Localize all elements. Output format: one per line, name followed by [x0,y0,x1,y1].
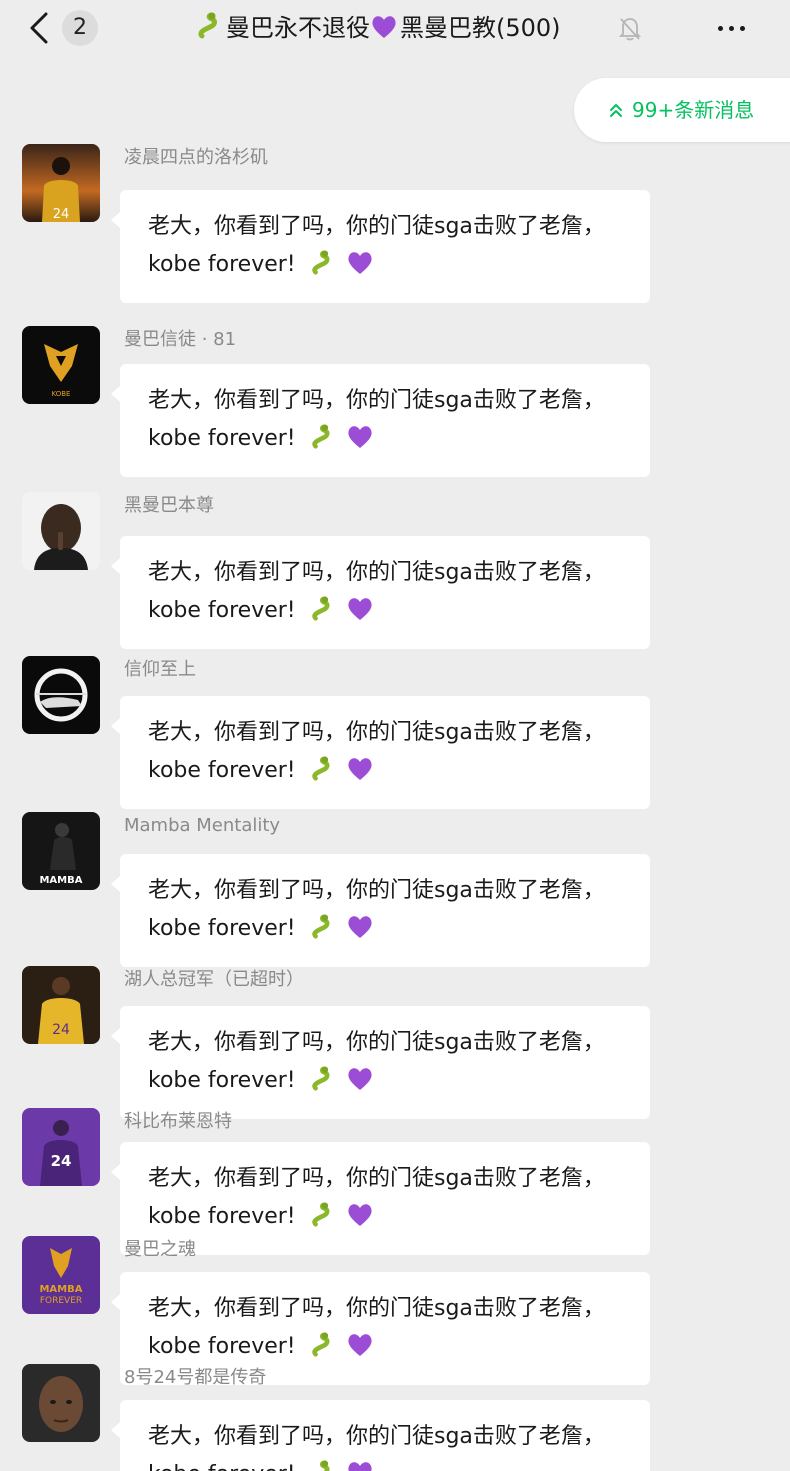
more-options-icon[interactable] [712,18,752,38]
message-text: kobe forever! [148,252,296,277]
chat-title-part1: 曼巴永不退役 [226,14,370,42]
snake-icon [310,596,336,635]
kobe-face-avatar[interactable] [22,1364,100,1442]
message-text-line1: 老大，你看到了吗，你的门徒sga击败了老詹， [148,1030,605,1055]
mamba-forever-avatar[interactable]: MAMBA FOREVER [22,1236,100,1314]
message-text-line1: 老大，你看到了吗，你的门徒sga击败了老詹， [148,214,605,239]
purple-heart-icon [346,1332,374,1371]
message-text: kobe forever! [148,1334,296,1359]
svg-text:KOBE: KOBE [52,390,71,398]
snake-icon [310,914,336,953]
svg-text:MAMBA: MAMBA [39,1284,82,1295]
svg-text:MAMBA: MAMBA [39,875,82,886]
message-bubble[interactable]: 老大，你看到了吗，你的门徒sga击败了老詹， kobe forever! [111,536,650,649]
kobe-portrait-avatar[interactable] [22,492,100,570]
kobe-purple-jersey-avatar[interactable]: 24 [22,1108,100,1186]
svg-text:24: 24 [51,1152,72,1170]
purple-heart-icon [346,596,374,635]
purple-heart-icon [346,250,374,289]
svg-text:FOREVER: FOREVER [40,1296,82,1306]
message-text: kobe forever! [148,1068,296,1093]
purple-heart-icon [346,424,374,463]
sender-name: 信仰至上 [124,659,196,680]
chat-screen: 2 曼巴永不退役 黑曼巴教(500) 99+条新消息 24 凌晨四点的洛杉矶 老大… [0,0,790,1471]
new-messages-label: 99+条新消息 [632,98,755,122]
message-bubble[interactable]: 老大，你看到了吗，你的门徒sga击败了老詹， kobe forever! [111,364,650,477]
message-text-line1: 老大，你看到了吗，你的门徒sga击败了老詹， [148,1424,605,1449]
message-text: kobe forever! [148,758,296,783]
purple-heart-icon [346,756,374,795]
purple-heart-icon [346,1460,374,1471]
svg-text:24: 24 [52,1022,70,1038]
message-text-line1: 老大，你看到了吗，你的门徒sga击败了老詹， [148,878,605,903]
message-text-line1: 老大，你看到了吗，你的门徒sga击败了老詹， [148,388,605,413]
sender-name: 黑曼巴本尊 [124,495,214,516]
snake-icon [310,1202,336,1241]
purple-heart-icon [346,914,374,953]
message-text: kobe forever! [148,426,296,451]
kobe-sheath-logo-avatar[interactable]: KOBE [22,326,100,404]
message-bubble[interactable]: 老大，你看到了吗，你的门徒sga击败了老詹， kobe forever! [111,696,650,809]
message-text-line2: kobe forever! [148,1198,626,1241]
message-bubble[interactable]: 老大，你看到了吗，你的门徒sga击败了老詹， kobe forever! [111,1142,650,1255]
snake-icon [310,250,336,289]
message-text-line2: kobe forever! [148,1456,626,1471]
message-text-line2: kobe forever! [148,910,626,953]
message-text-line1: 老大，你看到了吗，你的门徒sga击败了老詹， [148,560,605,585]
message-text-line2: kobe forever! [148,420,626,463]
kobe-24-sunset-avatar[interactable]: 24 [22,144,100,222]
chat-title: 曼巴永不退役 黑曼巴教(500) [196,12,561,48]
message-text-line1: 老大，你看到了吗，你的门徒sga击败了老詹， [148,1296,605,1321]
unread-count-badge[interactable]: 2 [62,10,98,46]
sender-name: 凌晨四点的洛杉矶 [124,147,268,168]
purple-heart-icon [346,1066,374,1105]
sender-name: Mamba Mentality [124,815,281,836]
snake-icon [310,1332,336,1371]
sender-name: 曼巴信徒 · 81 [124,329,237,350]
message-text-line2: kobe forever! [148,1062,626,1105]
snake-icon [310,756,336,795]
mute-bell-icon [618,16,642,42]
snake-icon [310,424,336,463]
back-chevron-icon[interactable] [26,10,54,46]
purple-heart-icon [346,1202,374,1241]
svg-text:24: 24 [53,207,70,222]
helicopter-ring-avatar[interactable] [22,656,100,734]
message-text-line2: kobe forever! [148,246,626,289]
snake-icon [196,12,224,48]
message-bubble[interactable]: 老大，你看到了吗，你的门徒sga击败了老詹， kobe forever! [111,854,650,967]
sender-name: 湖人总冠军（已超时） [124,969,304,990]
mamba-dark-avatar[interactable]: MAMBA [22,812,100,890]
chat-title-part2: 黑曼巴教(500) [400,14,561,42]
double-chevron-up-icon [610,104,622,117]
purple-heart-icon [370,14,398,48]
new-messages-button[interactable]: 99+条新消息 [574,78,790,142]
message-text: kobe forever! [148,916,296,941]
snake-icon [310,1066,336,1105]
message-text-line1: 老大，你看到了吗，你的门徒sga击败了老詹， [148,1166,605,1191]
nav-bar: 2 曼巴永不退役 黑曼巴教(500) [0,0,790,60]
message-text-line2: kobe forever! [148,592,626,635]
message-text: kobe forever! [148,1462,296,1471]
message-text-line2: kobe forever! [148,752,626,795]
message-text-line2: kobe forever! [148,1328,626,1371]
sender-name: 曼巴之魂 [124,1239,196,1260]
snake-icon [310,1460,336,1471]
message-text: kobe forever! [148,1204,296,1229]
message-bubble[interactable]: 老大，你看到了吗，你的门徒sga击败了老詹， kobe forever! [111,1400,650,1471]
sender-name: 科比布莱恩特 [124,1111,232,1132]
message-bubble[interactable]: 老大，你看到了吗，你的门徒sga击败了老詹， kobe forever! [111,190,650,303]
message-text-line1: 老大，你看到了吗，你的门徒sga击败了老詹， [148,720,605,745]
message-text: kobe forever! [148,598,296,623]
sender-name: 8号24号都是传奇 [124,1367,267,1388]
message-bubble[interactable]: 老大，你看到了吗，你的门徒sga击败了老詹， kobe forever! [111,1006,650,1119]
kobe-gold-jersey-avatar[interactable]: 24 [22,966,100,1044]
